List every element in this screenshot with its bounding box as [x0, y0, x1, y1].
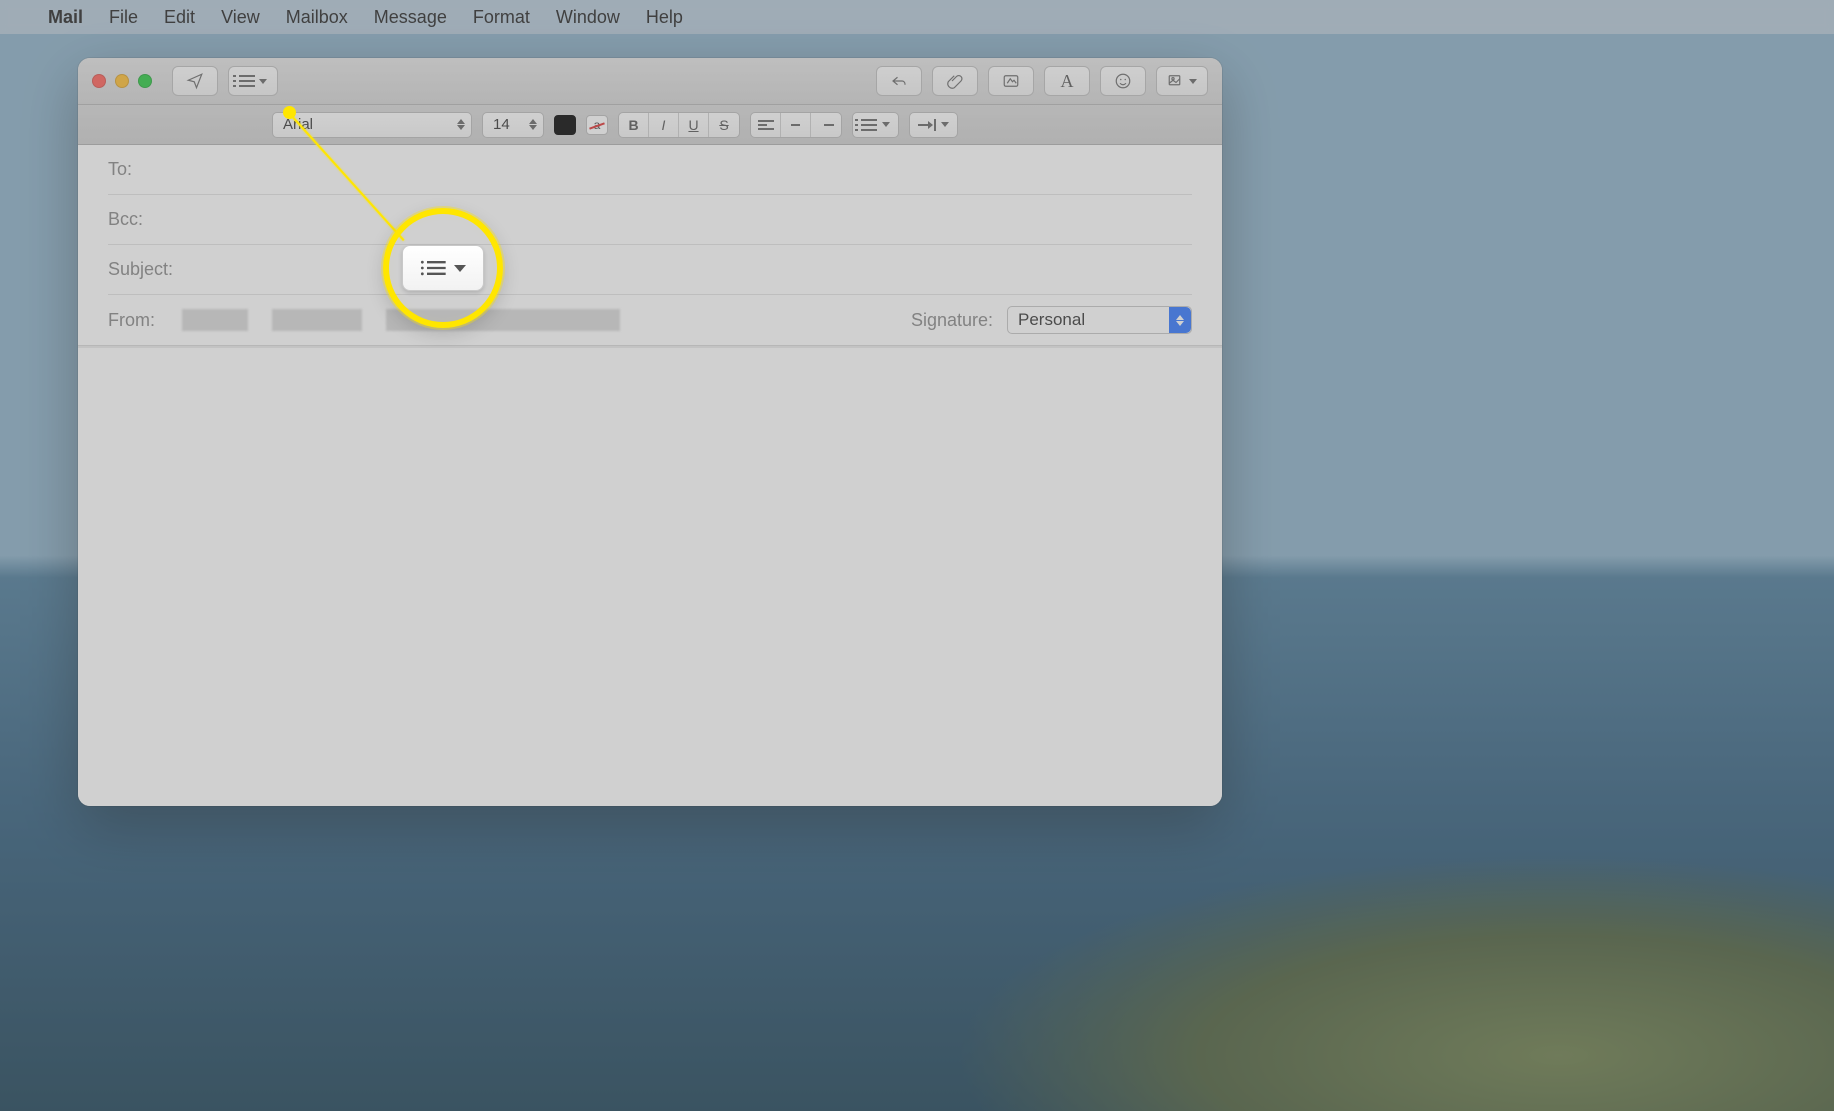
format-a-icon: A	[1061, 71, 1074, 92]
to-row: To:	[108, 145, 1192, 195]
text-color-swatch[interactable]	[554, 115, 576, 135]
align-center-icon	[788, 120, 804, 130]
markup-icon	[1002, 72, 1020, 90]
chevron-down-icon	[259, 79, 267, 84]
background-color-swatch[interactable]: a	[586, 115, 608, 135]
menu-file[interactable]: File	[109, 7, 138, 28]
reply-icon	[890, 72, 908, 90]
send-button[interactable]	[172, 66, 218, 96]
menu-mailbox[interactable]: Mailbox	[286, 7, 348, 28]
window-titlebar: A	[78, 58, 1222, 105]
font-size-select[interactable]: 14	[482, 112, 544, 138]
indent-group	[909, 112, 958, 138]
header-fields-button[interactable]	[228, 66, 278, 96]
bold-button[interactable]: B	[619, 113, 649, 137]
strikethrough-button[interactable]: S	[709, 113, 739, 137]
list-style-group	[852, 112, 899, 138]
list-icon	[420, 258, 448, 278]
signature-select[interactable]: Personal	[1007, 306, 1192, 334]
message-headers: To: Bcc: Subject: From: Signature: Perso…	[78, 145, 1222, 346]
emoji-button[interactable]	[1100, 66, 1146, 96]
alignment-group	[750, 112, 842, 138]
smiley-icon	[1114, 72, 1132, 90]
minimize-button[interactable]	[115, 74, 129, 88]
signature-area: Signature: Personal	[911, 306, 1192, 334]
show-format-bar-button[interactable]: A	[1044, 66, 1090, 96]
chevron-down-icon	[1189, 79, 1197, 84]
to-label: To:	[108, 159, 188, 180]
window-traffic-lights	[92, 74, 152, 88]
subject-row: Subject:	[108, 245, 1192, 295]
from-label: From:	[108, 310, 168, 331]
text-style-group: B I U S	[618, 112, 740, 138]
align-left-button[interactable]	[751, 113, 781, 137]
bcc-label: Bcc:	[108, 209, 188, 230]
redacted-text	[272, 309, 362, 331]
font-family-value: Arial	[283, 116, 313, 133]
paper-plane-icon	[186, 72, 204, 90]
menu-view[interactable]: View	[221, 7, 260, 28]
to-field[interactable]	[202, 159, 1192, 180]
redacted-text	[182, 309, 248, 331]
list-icon	[239, 75, 255, 87]
indent-button[interactable]	[910, 113, 957, 137]
mail-compose-window: A Arial 14 a B I U S	[78, 58, 1222, 806]
attach-button[interactable]	[932, 66, 978, 96]
menu-message[interactable]: Message	[374, 7, 447, 28]
menu-edit[interactable]: Edit	[164, 7, 195, 28]
indent-icon	[918, 119, 936, 131]
align-center-button[interactable]	[781, 113, 811, 137]
signature-label: Signature:	[911, 310, 993, 331]
header-fields-button-enlarged[interactable]	[402, 245, 484, 291]
underline-button[interactable]: U	[679, 113, 709, 137]
menu-window[interactable]: Window	[556, 7, 620, 28]
redacted-text	[386, 309, 620, 331]
chevron-down-icon	[941, 122, 949, 127]
chevron-down-icon	[882, 122, 890, 127]
photo-icon	[1167, 72, 1185, 90]
signature-value: Personal	[1018, 310, 1085, 330]
bcc-field[interactable]	[202, 209, 1192, 230]
updown-icon	[457, 119, 465, 130]
chevron-down-icon	[454, 265, 466, 272]
photo-browser-button[interactable]	[1156, 66, 1208, 96]
from-row: From: Signature: Personal	[108, 295, 1192, 345]
align-left-icon	[758, 120, 774, 130]
macos-menubar: Mail File Edit View Mailbox Message Form…	[0, 0, 1834, 34]
format-bar: Arial 14 a B I U S	[78, 105, 1222, 145]
italic-button[interactable]: I	[649, 113, 679, 137]
message-body[interactable]	[78, 348, 1222, 806]
zoom-button[interactable]	[138, 74, 152, 88]
menu-help[interactable]: Help	[646, 7, 683, 28]
updown-icon	[529, 119, 537, 130]
list-style-button[interactable]	[853, 113, 898, 137]
reply-button[interactable]	[876, 66, 922, 96]
updown-icon	[1169, 307, 1191, 333]
bcc-row: Bcc:	[108, 195, 1192, 245]
paperclip-icon	[946, 72, 964, 90]
font-family-select[interactable]: Arial	[272, 112, 472, 138]
align-right-icon	[818, 120, 834, 130]
list-icon	[861, 119, 877, 131]
markup-button[interactable]	[988, 66, 1034, 96]
app-menu[interactable]: Mail	[48, 7, 83, 28]
font-size-value: 14	[493, 116, 510, 133]
menu-format[interactable]: Format	[473, 7, 530, 28]
subject-label: Subject:	[108, 259, 188, 280]
subject-field[interactable]	[202, 259, 1192, 280]
close-button[interactable]	[92, 74, 106, 88]
align-right-button[interactable]	[811, 113, 841, 137]
